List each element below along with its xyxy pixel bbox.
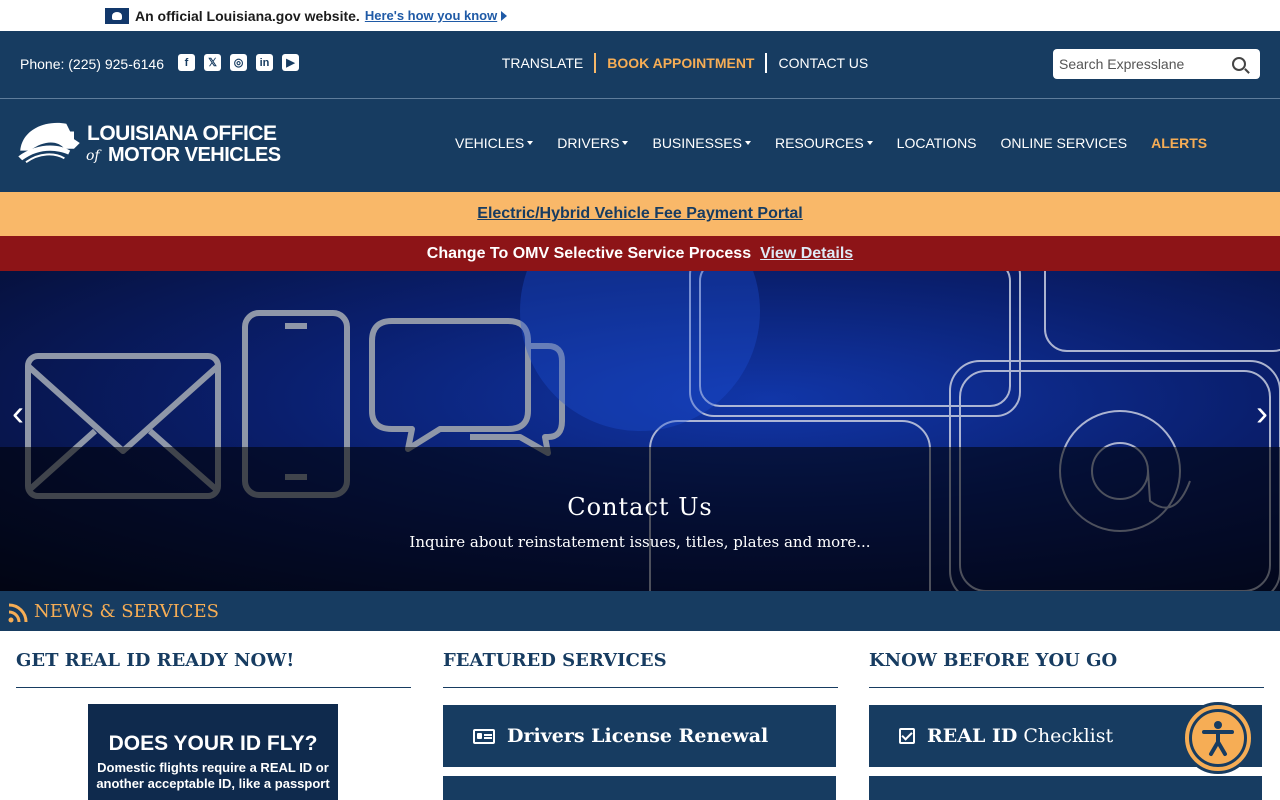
alert-banner: Change To OMV Selective Service Process … [0, 236, 1280, 271]
logo-of: of [86, 148, 100, 164]
id-card-icon [473, 728, 495, 744]
nav-resources[interactable]: RESOURCES [763, 135, 885, 151]
nav-online-services[interactable]: ONLINE SERVICES [989, 135, 1140, 151]
real-id-column: GET REAL ID READY NOW! DOES YOUR ID FLY?… [16, 631, 411, 800]
know-before-heading: KNOW BEFORE YOU GO [869, 650, 1118, 671]
nav-drivers[interactable]: DRIVERS [545, 135, 640, 151]
nav-drivers-label: DRIVERS [557, 135, 620, 151]
accessibility-icon [1202, 721, 1234, 756]
louisiana-flag-icon [105, 7, 129, 24]
real-id-heading: GET REAL ID READY NOW! [16, 650, 295, 671]
divider [869, 687, 1264, 688]
hero-title[interactable]: Contact Us [0, 493, 1280, 521]
official-text: An official Louisiana.gov website. [135, 7, 360, 24]
checkbox-icon [899, 728, 915, 744]
omv-logo[interactable]: LOUISIANA OFFICE of MOTOR VEHICLES [15, 118, 287, 174]
official-banner: An official Louisiana.gov website. Here'… [0, 0, 1280, 31]
news-title: NEWS & SERVICES [34, 600, 219, 622]
ev-fee-banner: Electric/Hybrid Vehicle Fee Payment Port… [0, 192, 1280, 236]
nav-menu: VEHICLES DRIVERS BUSINESSES RESOURCES LO… [443, 135, 1219, 151]
checklist-light: Checklist [1017, 725, 1114, 747]
main-navigation: LOUISIANA OFFICE of MOTOR VEHICLES VEHIC… [0, 99, 1280, 192]
divider [443, 687, 838, 688]
news-services-bar: NEWS & SERVICES [0, 591, 1280, 631]
search-box [1053, 49, 1260, 79]
hero-carousel: Contact Us Inquire about reinstatement i… [0, 271, 1280, 591]
real-id-promo-image[interactable]: DOES YOUR ID FLY? Domestic flights requi… [88, 704, 338, 800]
chevron-down-icon [622, 141, 629, 145]
louisiana-road-logo-icon [18, 122, 80, 163]
know-before-button-2[interactable] [869, 776, 1262, 800]
real-id-checklist-label: REAL ID Checklist [927, 725, 1113, 747]
search-icon[interactable] [1232, 57, 1246, 71]
real-id-promo-heading: DOES YOUR ID FLY? [108, 732, 318, 755]
chevron-down-icon [744, 141, 751, 145]
ev-fee-portal-link[interactable]: Electric/Hybrid Vehicle Fee Payment Port… [477, 205, 802, 223]
nav-vehicles[interactable]: VEHICLES [443, 135, 545, 151]
featured-service-button-2[interactable] [443, 776, 836, 800]
contact-us-link[interactable]: CONTACT US [767, 55, 879, 71]
divider [16, 687, 411, 688]
logo-line-2: MOTOR VEHICLES [108, 144, 281, 166]
how-you-know-link[interactable]: Here's how you know [365, 8, 497, 23]
featured-services-heading: FEATURED SERVICES [443, 650, 667, 671]
caret-right-icon [501, 10, 508, 21]
real-id-bold: REAL ID [927, 725, 1018, 747]
drivers-license-renewal-button[interactable]: Drivers License Renewal [443, 705, 836, 767]
chevron-down-icon [527, 141, 534, 145]
view-details-link[interactable]: View Details [760, 245, 853, 263]
nav-locations[interactable]: LOCATIONS [885, 135, 989, 151]
chevron-down-icon [866, 141, 873, 145]
drivers-license-renewal-label: Drivers License Renewal [507, 725, 769, 747]
nav-resources-label: RESOURCES [774, 135, 864, 151]
real-id-promo-text: Domestic flights require a REAL ID or an… [96, 760, 330, 791]
translate-link[interactable]: TRANSLATE [491, 55, 594, 71]
rss-icon [8, 603, 28, 623]
accessibility-ring [1189, 709, 1247, 767]
book-appointment-link[interactable]: BOOK APPOINTMENT [596, 55, 765, 71]
search-input[interactable] [1053, 50, 1228, 78]
nav-businesses[interactable]: BUSINESSES [640, 135, 762, 151]
nav-vehicles-label: VEHICLES [455, 135, 525, 151]
accessibility-button[interactable] [1182, 702, 1254, 774]
logo-line-1: LOUISIANA OFFICE [87, 122, 277, 145]
carousel-next-icon[interactable]: › [1250, 393, 1274, 433]
carousel-prev-icon[interactable]: ‹ [6, 393, 30, 433]
nav-businesses-label: BUSINESSES [652, 135, 742, 151]
hero-subtitle: Inquire about reinstatement issues, titl… [409, 533, 871, 551]
featured-services-column: FEATURED SERVICES Drivers License Renewa… [443, 631, 838, 800]
alert-text: Change To OMV Selective Service Process [426, 244, 752, 262]
nav-alerts[interactable]: ALERTS [1139, 135, 1219, 151]
utility-bar: Phone: (225) 925-6146 f 𝕏 ◎ in ▶ TRANSLA… [0, 31, 1280, 98]
